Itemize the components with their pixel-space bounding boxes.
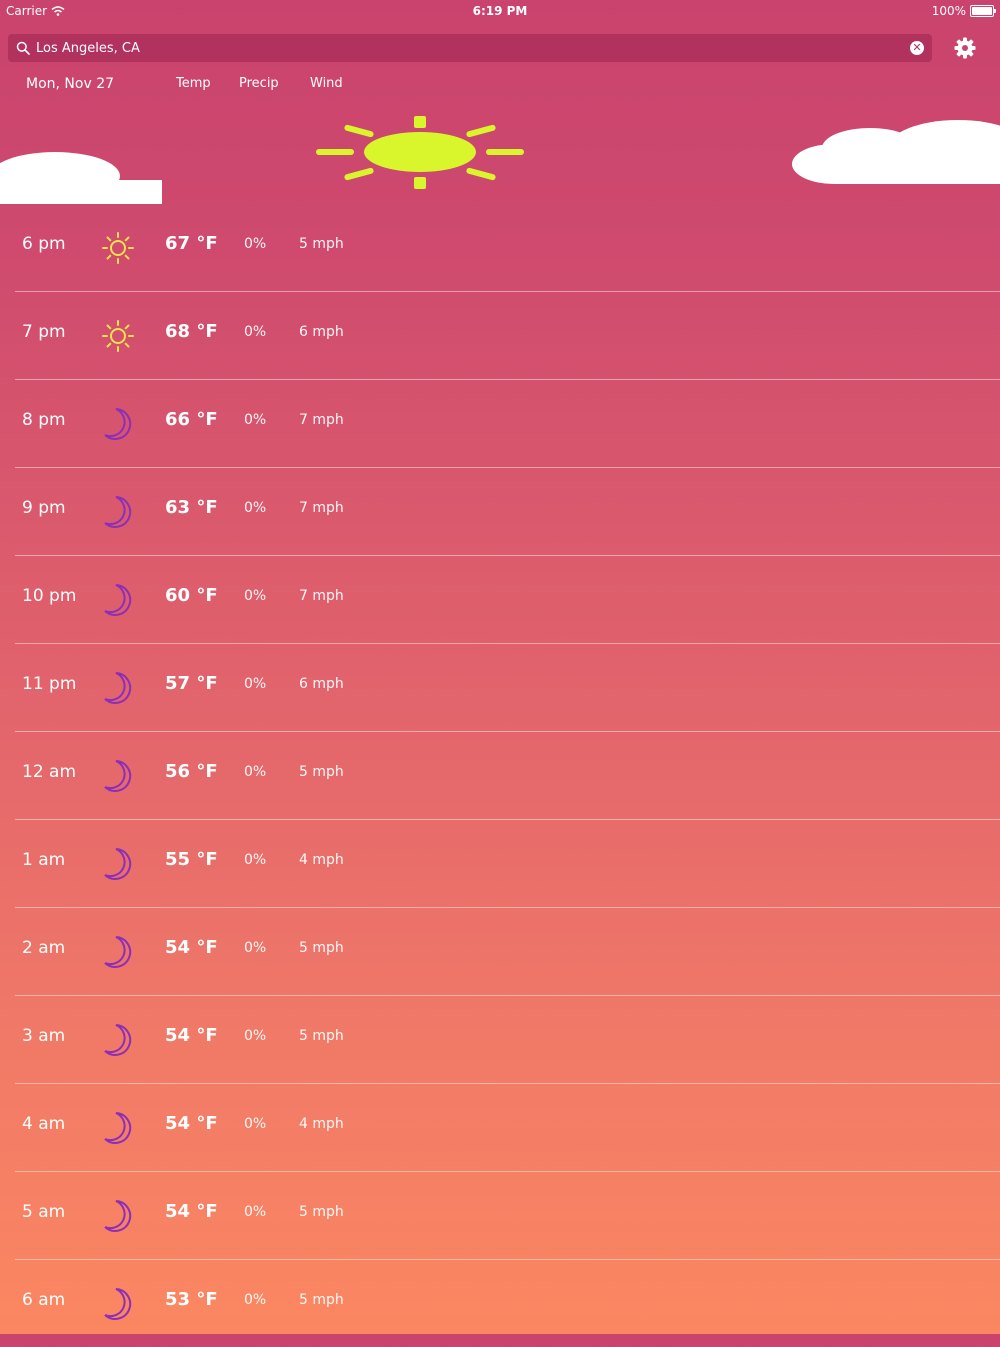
hour-temp: 56 °F xyxy=(165,761,218,782)
hour-precip: 0% xyxy=(244,1116,267,1132)
hour-temp: 55 °F xyxy=(165,849,218,870)
hour-precip: 0% xyxy=(244,500,267,516)
hour-temp: 53 °F xyxy=(165,1289,218,1310)
wind-column-label: Wind xyxy=(310,76,343,91)
hourly-list[interactable]: 6 pm 67 °F 0% 5 mph 7 pm 68 °F 0% 6 mph … xyxy=(0,204,1000,1347)
hour-row[interactable]: 12 am 56 °F 0% 5 mph xyxy=(15,732,1000,820)
hour-precip: 0% xyxy=(244,764,267,780)
hour-temp: 54 °F xyxy=(165,1025,218,1046)
hour-row[interactable]: 10 pm 60 °F 0% 7 mph xyxy=(15,556,1000,644)
hour-temp: 68 °F xyxy=(165,321,218,342)
gear-icon[interactable] xyxy=(953,36,977,60)
hour-time: 7 pm xyxy=(22,322,66,342)
hour-row[interactable]: 7 pm 68 °F 0% 6 mph xyxy=(15,292,1000,380)
hour-temp: 60 °F xyxy=(165,585,218,606)
hour-temp: 66 °F xyxy=(165,409,218,430)
hour-precip: 0% xyxy=(244,940,267,956)
hour-time: 11 pm xyxy=(22,674,77,694)
moon-icon xyxy=(104,936,132,968)
moon-icon xyxy=(104,1112,132,1144)
hour-row[interactable]: 3 am 54 °F 0% 5 mph xyxy=(15,996,1000,1084)
hour-time: 6 am xyxy=(22,1290,66,1310)
hour-precip: 0% xyxy=(244,588,267,604)
moon-icon xyxy=(104,1200,132,1232)
moon-icon xyxy=(104,496,132,528)
hour-time: 12 am xyxy=(22,762,77,782)
hour-precip: 0% xyxy=(244,412,267,428)
hour-time: 3 am xyxy=(22,1026,66,1046)
sun-icon xyxy=(102,320,134,352)
moon-icon xyxy=(104,760,132,792)
battery-icon xyxy=(970,5,996,17)
status-right: 100% xyxy=(931,0,996,22)
hour-precip: 0% xyxy=(244,1292,267,1308)
hour-row[interactable]: 8 pm 66 °F 0% 7 mph xyxy=(15,380,1000,468)
moon-icon xyxy=(104,1024,132,1056)
status-bar: Carrier 6:19 PM 100% xyxy=(0,0,1000,22)
hour-wind: 7 mph xyxy=(299,588,344,604)
hour-temp: 57 °F xyxy=(165,673,218,694)
hour-time: 9 pm xyxy=(22,498,66,518)
hour-wind: 5 mph xyxy=(299,1028,344,1044)
date-label: Mon, Nov 27 xyxy=(26,76,115,92)
hour-precip: 0% xyxy=(244,1028,267,1044)
hour-time: 5 am xyxy=(22,1202,66,1222)
moon-icon xyxy=(104,408,132,440)
hour-temp: 54 °F xyxy=(165,937,218,958)
hour-wind: 5 mph xyxy=(299,236,344,252)
hour-row[interactable]: 1 am 55 °F 0% 4 mph xyxy=(15,820,1000,908)
hour-wind: 5 mph xyxy=(299,764,344,780)
hour-temp: 63 °F xyxy=(165,497,218,518)
hour-wind: 5 mph xyxy=(299,940,344,956)
hour-temp: 67 °F xyxy=(165,233,218,254)
hour-precip: 0% xyxy=(244,324,267,340)
search-input[interactable] xyxy=(36,40,910,56)
hour-row[interactable]: 5 am 54 °F 0% 5 mph xyxy=(15,1172,1000,1260)
hour-time: 2 am xyxy=(22,938,66,958)
status-time: 6:19 PM xyxy=(472,4,528,18)
hour-time: 4 am xyxy=(22,1114,66,1134)
search-bar[interactable]: ✕ xyxy=(8,34,932,62)
hour-precip: 0% xyxy=(244,236,267,252)
hour-time: 8 pm xyxy=(22,410,66,430)
column-header: Mon, Nov 27 Temp Precip Wind xyxy=(0,76,1000,96)
battery-percent: 100% xyxy=(931,4,966,18)
hour-precip: 0% xyxy=(244,676,267,692)
hour-wind: 6 mph xyxy=(299,324,344,340)
hour-time: 6 pm xyxy=(22,234,66,254)
clear-search-icon[interactable]: ✕ xyxy=(910,41,924,55)
moon-icon xyxy=(104,584,132,616)
hour-row[interactable]: 4 am 54 °F 0% 4 mph xyxy=(15,1084,1000,1172)
moon-icon xyxy=(104,672,132,704)
hour-time: 1 am xyxy=(22,850,66,870)
hour-temp: 54 °F xyxy=(165,1201,218,1222)
hour-wind: 7 mph xyxy=(299,412,344,428)
cloud-left-icon xyxy=(0,152,162,204)
hour-wind: 7 mph xyxy=(299,500,344,516)
cloud-right-icon xyxy=(792,120,1000,184)
sun-icon xyxy=(102,232,134,264)
hour-precip: 0% xyxy=(244,1204,267,1220)
moon-icon xyxy=(104,848,132,880)
hour-time: 10 pm xyxy=(22,586,77,606)
hour-wind: 5 mph xyxy=(299,1204,344,1220)
hour-row[interactable]: 11 pm 57 °F 0% 6 mph xyxy=(15,644,1000,732)
hour-wind: 4 mph xyxy=(299,1116,344,1132)
hour-row[interactable]: 2 am 54 °F 0% 5 mph xyxy=(15,908,1000,996)
hour-wind: 6 mph xyxy=(299,676,344,692)
sun-illustration-icon xyxy=(316,116,524,189)
precip-column-label: Precip xyxy=(239,76,279,91)
search-icon xyxy=(16,41,30,55)
hour-temp: 54 °F xyxy=(165,1113,218,1134)
hour-wind: 5 mph xyxy=(299,1292,344,1308)
hour-wind: 4 mph xyxy=(299,852,344,868)
hour-row[interactable]: 6 pm 67 °F 0% 5 mph xyxy=(15,204,1000,292)
moon-icon xyxy=(104,1288,132,1320)
temp-column-label: Temp xyxy=(176,76,211,91)
hour-precip: 0% xyxy=(244,852,267,868)
hour-row[interactable]: 9 pm 63 °F 0% 7 mph xyxy=(15,468,1000,556)
